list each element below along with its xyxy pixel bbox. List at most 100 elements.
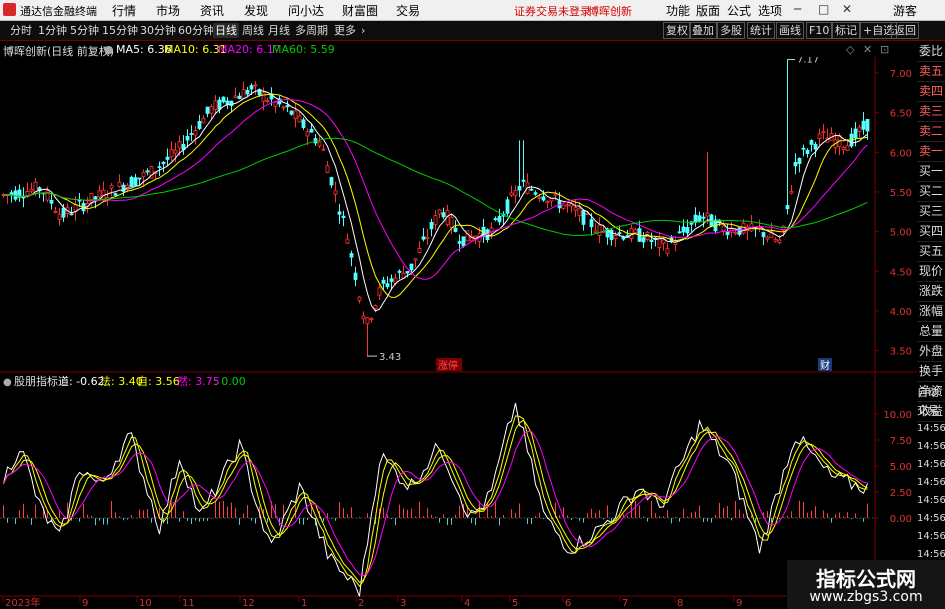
candle-body bbox=[173, 149, 178, 154]
period-multi[interactable]: 多周期 bbox=[293, 23, 330, 38]
side-tab-1[interactable]: 卖五 bbox=[917, 62, 945, 82]
side-tab-7[interactable]: 买二 bbox=[917, 182, 945, 202]
candle-body bbox=[541, 196, 546, 201]
side-tab-12[interactable]: 涨跌 bbox=[917, 282, 945, 302]
menu-wenxiaoda[interactable]: 问小达 bbox=[288, 2, 324, 19]
btn-tongji[interactable]: 统计 bbox=[747, 22, 775, 39]
menu-zixun[interactable]: 资讯 bbox=[200, 2, 224, 19]
dao-line bbox=[3, 402, 868, 597]
candle-body bbox=[489, 227, 494, 232]
candle-body bbox=[437, 209, 442, 215]
side-tab-6[interactable]: 买一 bbox=[917, 162, 945, 182]
candle-body bbox=[549, 198, 554, 202]
side-tab-3[interactable]: 卖三 bbox=[917, 102, 945, 122]
period-monthly[interactable]: 月线 bbox=[266, 23, 292, 38]
minimize-icon[interactable]: ─ bbox=[794, 2, 801, 16]
period-daily[interactable]: 日线 bbox=[213, 23, 239, 38]
side-tab-13[interactable]: 涨幅 bbox=[917, 302, 945, 322]
candle-body bbox=[665, 248, 670, 254]
side-tab-11[interactable]: 现价 bbox=[917, 262, 945, 282]
side-tab-0[interactable]: 委比 bbox=[917, 42, 945, 62]
candle-body bbox=[613, 235, 618, 239]
side-tab-2[interactable]: 卖四 bbox=[917, 82, 945, 102]
period-30min[interactable]: 30分钟 bbox=[138, 23, 178, 38]
candle-body bbox=[821, 131, 826, 133]
candle-body bbox=[185, 136, 190, 141]
menu-banmian[interactable]: 版面 bbox=[696, 2, 720, 19]
candle-body bbox=[589, 219, 594, 228]
trade-login-notice[interactable]: 证券交易未登录 bbox=[514, 3, 591, 19]
maximize-icon[interactable]: □ bbox=[818, 2, 829, 16]
candle-body bbox=[197, 120, 202, 129]
candle-body bbox=[697, 215, 702, 222]
candle-body bbox=[29, 188, 34, 192]
candle-body bbox=[865, 118, 870, 132]
side-tab-4[interactable]: 卖二 bbox=[917, 122, 945, 142]
candle-body bbox=[845, 145, 850, 151]
candle-body bbox=[509, 192, 514, 196]
btn-huaxian[interactable]: 画线 bbox=[776, 22, 804, 39]
period-60min[interactable]: 60分钟 bbox=[176, 23, 216, 38]
candle-body bbox=[333, 190, 338, 195]
btn-f10[interactable]: F10 bbox=[806, 22, 833, 39]
side-tab-8[interactable]: 买三 bbox=[917, 202, 945, 222]
quote-side-panel: 委比 卖五 卖四 卖三 卖二 卖一 买一 买二 买三 买四 买五 现价 涨跌 涨幅 总量 外盘 换手 净资 收益 bbox=[917, 42, 945, 422]
btn-diejia[interactable]: 叠加 bbox=[689, 22, 717, 39]
period-fenshi[interactable]: 分时 bbox=[8, 23, 34, 38]
period-weekly[interactable]: 周线 bbox=[240, 23, 266, 38]
kline-chart[interactable]: 7.006.506.005.505.004.504.003.5010.007.5… bbox=[0, 57, 945, 609]
btn-biaoji[interactable]: 标记 bbox=[832, 22, 860, 39]
candle-body bbox=[581, 210, 586, 225]
btn-fuquan[interactable]: 复权 bbox=[663, 22, 691, 39]
watermark-title: 指标公式网 bbox=[816, 567, 916, 591]
chart-info-bar: 博晖创新(日线 前复权) ● MA5: 6.36 MA10: 6.31 MA20… bbox=[0, 41, 910, 58]
menu-gongneng[interactable]: 功能 bbox=[666, 2, 690, 19]
guest-label[interactable]: 游客 bbox=[893, 2, 917, 19]
candle-body bbox=[261, 92, 266, 102]
close-icon[interactable]: ✕ bbox=[842, 2, 852, 16]
candle-body bbox=[305, 131, 310, 137]
candle-body bbox=[789, 191, 794, 194]
candle-body bbox=[373, 305, 378, 309]
trade-item-0[interactable]: 自动 bbox=[917, 384, 945, 402]
candle-body bbox=[497, 216, 502, 223]
period-1min[interactable]: 1分钟 bbox=[36, 23, 69, 38]
indicator-zi: 自: 3.56 bbox=[137, 375, 180, 388]
candle-body bbox=[345, 238, 350, 244]
high-label: 7.17 bbox=[797, 57, 819, 66]
menu-shichang[interactable]: 市场 bbox=[156, 2, 180, 19]
settings-dot-icon[interactable]: ● bbox=[104, 43, 114, 56]
btn-duogu[interactable]: 多股 bbox=[717, 22, 745, 39]
diamond-icon[interactable]: ◇ bbox=[846, 43, 854, 56]
candle-body bbox=[429, 221, 434, 230]
candle-body bbox=[413, 258, 418, 261]
candle-body bbox=[813, 143, 818, 150]
period-15min[interactable]: 15分钟 bbox=[100, 23, 140, 38]
menu-caifuquan[interactable]: 财富圈 bbox=[342, 2, 378, 19]
period-5min[interactable]: 5分钟 bbox=[68, 23, 101, 38]
side-tab-16[interactable]: 换手 bbox=[917, 362, 945, 382]
candle-body bbox=[265, 100, 270, 102]
side-tab-14[interactable]: 总量 bbox=[917, 322, 945, 342]
btn-back[interactable]: 返回 bbox=[891, 22, 919, 39]
menu-faxian[interactable]: 发现 bbox=[244, 2, 268, 19]
menu-hangqing[interactable]: 行情 bbox=[112, 2, 136, 19]
candle-body bbox=[593, 230, 598, 233]
trade-item-1[interactable]: 交易 bbox=[917, 402, 945, 420]
menu-gongshi[interactable]: 公式 bbox=[727, 2, 751, 19]
candle-body bbox=[225, 100, 230, 105]
ma10-line bbox=[3, 93, 868, 298]
menu-xuanxiang[interactable]: 选项 bbox=[758, 2, 782, 19]
expand-icon[interactable]: ⊡ bbox=[880, 43, 889, 56]
side-tab-9[interactable]: 买四 bbox=[917, 222, 945, 242]
period-more[interactable]: 更多 bbox=[332, 23, 358, 38]
side-tab-15[interactable]: 外盘 bbox=[917, 342, 945, 362]
close-panel-icon[interactable]: ✕ bbox=[863, 43, 872, 56]
side-tab-10[interactable]: 买五 bbox=[917, 242, 945, 262]
menu-jiaoyi[interactable]: 交易 bbox=[396, 2, 420, 19]
candle-body bbox=[169, 149, 174, 158]
chevron-right-icon[interactable]: › bbox=[359, 23, 367, 38]
indicator-name: 股朋指标 bbox=[14, 374, 58, 388]
ran-line bbox=[3, 430, 868, 577]
side-tab-5[interactable]: 卖一 bbox=[917, 142, 945, 162]
